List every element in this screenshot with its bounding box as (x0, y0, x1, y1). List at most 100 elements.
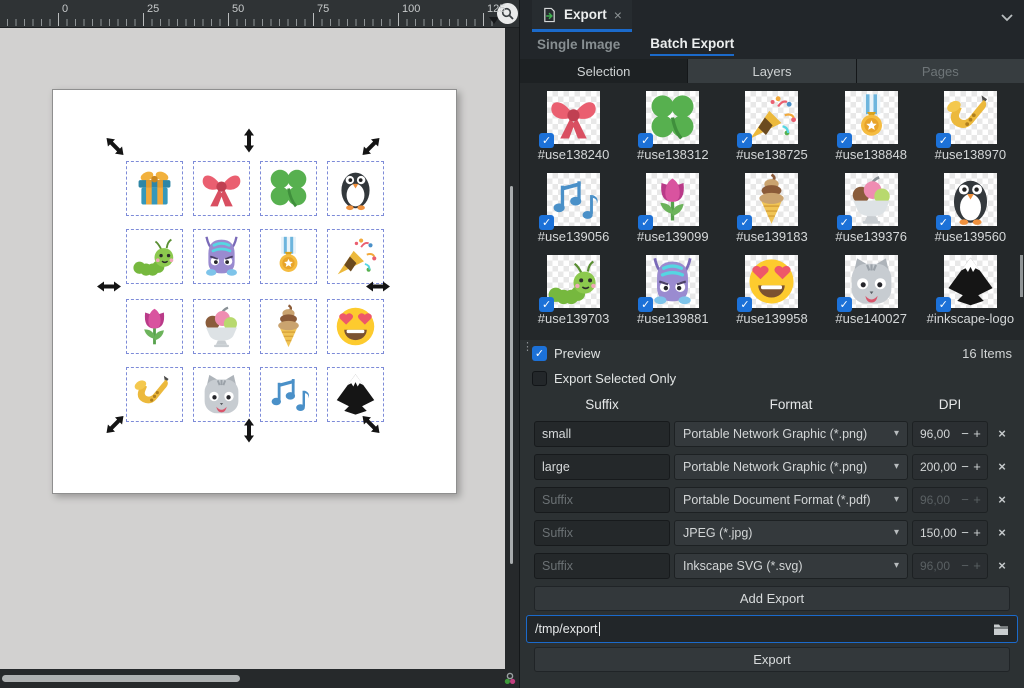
canvas-object-squid[interactable] (193, 229, 250, 284)
export-path-field[interactable]: /tmp/export (526, 615, 1018, 643)
format-dropdown[interactable]: JPEG (*.jpg)▾ (674, 520, 908, 546)
item-checkbox[interactable]: ✓ (837, 297, 852, 312)
suffix-input[interactable]: Suffix (534, 487, 670, 513)
canvas-object-medal[interactable] (260, 229, 317, 284)
scale-handle-w[interactable] (97, 280, 121, 293)
item-checkbox[interactable]: ✓ (638, 215, 653, 230)
browse-folder-button[interactable] (993, 623, 1009, 636)
remove-export-button[interactable]: × (992, 459, 1012, 474)
dpi-increase-button[interactable]: + (971, 459, 983, 474)
dpi-decrease-button[interactable]: − (959, 525, 971, 540)
item-checkbox[interactable]: ✓ (936, 133, 951, 148)
items-scrollbar-thumb[interactable] (1020, 255, 1023, 297)
item-checkbox[interactable]: ✓ (936, 215, 951, 230)
item-thumbnail-squid[interactable]: ✓ (646, 255, 699, 308)
tab-selection[interactable]: Selection (520, 59, 687, 83)
item-checkbox[interactable]: ✓ (837, 215, 852, 230)
canvas-object-cat[interactable] (193, 367, 250, 422)
canvas-object-music-notes[interactable] (260, 367, 317, 422)
dpi-decrease-button[interactable]: − (959, 426, 971, 441)
scale-handle-s[interactable] (243, 419, 256, 443)
format-dropdown[interactable]: Inkscape SVG (*.svg)▾ (674, 553, 908, 579)
canvas-object-party-popper[interactable] (327, 229, 384, 284)
suffix-input[interactable]: small (534, 421, 670, 447)
item-thumbnail-bow[interactable]: ✓ (547, 91, 600, 144)
item-checkbox[interactable]: ✓ (539, 215, 554, 230)
dpi-spinbox[interactable]: 150,00−+ (912, 520, 988, 546)
suffix-input[interactable]: Suffix (534, 553, 670, 579)
item-checkbox[interactable]: ✓ (539, 133, 554, 148)
item-checkbox[interactable]: ✓ (837, 133, 852, 148)
color-managed-display-toggle[interactable] (500, 669, 519, 688)
item-thumbnail-caterpillar[interactable]: ✓ (547, 255, 600, 308)
item-checkbox[interactable]: ✓ (638, 297, 653, 312)
preview-label[interactable]: Preview (554, 346, 600, 361)
item-thumbnail-tulip[interactable]: ✓ (646, 173, 699, 226)
item-thumbnail-ice-cream[interactable]: ✓ (845, 173, 898, 226)
item-thumbnail-heart-eyes[interactable]: ✓ (745, 255, 798, 308)
canvas-object-clover[interactable] (260, 161, 317, 216)
export-selected-only-checkbox[interactable] (532, 371, 547, 386)
dpi-increase-button[interactable]: + (971, 426, 983, 441)
format-dropdown[interactable]: Portable Network Graphic (*.png)▾ (674, 454, 908, 480)
item-thumbnail-music-notes[interactable]: ✓ (547, 173, 600, 226)
vertical-scrollbar-thumb[interactable] (510, 186, 513, 564)
item-checkbox[interactable]: ✓ (737, 133, 752, 148)
close-dialog-button[interactable]: × (614, 7, 622, 23)
preview-checkbox[interactable]: ✓ (532, 346, 547, 361)
dock-options-button[interactable] (1000, 9, 1014, 27)
item-checkbox[interactable]: ✓ (936, 297, 951, 312)
suffix-input[interactable]: large (534, 454, 670, 480)
export-dialog-tab[interactable]: Export × (532, 0, 632, 32)
dpi-spinbox[interactable]: 96,00−+ (912, 553, 988, 579)
remove-export-button[interactable]: × (992, 558, 1012, 573)
remove-export-button[interactable]: × (992, 492, 1012, 507)
tab-layers[interactable]: Layers (688, 59, 855, 83)
canvas-object-heart-eyes[interactable] (327, 299, 384, 354)
item-thumbnail-penguin[interactable]: ✓ (944, 173, 997, 226)
dpi-spinbox[interactable]: 96,00−+ (912, 487, 988, 513)
item-checkbox[interactable]: ✓ (539, 297, 554, 312)
item-thumbnail-saxophone[interactable]: ✓ (944, 91, 997, 144)
item-checkbox[interactable]: ✓ (737, 297, 752, 312)
export-selected-only-label[interactable]: Export Selected Only (554, 371, 676, 386)
canvas-object-soft-serve[interactable] (260, 299, 317, 354)
item-checkbox[interactable]: ✓ (638, 133, 653, 148)
canvas-object-penguin[interactable] (327, 161, 384, 216)
remove-export-button[interactable]: × (992, 525, 1012, 540)
tab-batch-export[interactable]: Batch Export (650, 36, 734, 56)
dpi-increase-button[interactable]: + (971, 525, 983, 540)
item-thumbnail-party-popper[interactable]: ✓ (745, 91, 798, 144)
canvas-viewport[interactable] (0, 28, 505, 669)
canvas-object-bow[interactable] (193, 161, 250, 216)
item-thumbnail-inkscape[interactable]: ✓ (944, 255, 997, 308)
vertical-scrollbar[interactable] (505, 28, 519, 669)
scale-handle-n[interactable] (243, 129, 256, 153)
canvas-object-ice-cream[interactable] (193, 299, 250, 354)
dpi-spinbox[interactable]: 96,00−+ (912, 421, 988, 447)
export-button[interactable]: Export (534, 647, 1010, 672)
scale-handle-e[interactable] (366, 280, 390, 293)
item-thumbnail-medal[interactable]: ✓ (845, 91, 898, 144)
dpi-spinbox[interactable]: 200,00−+ (912, 454, 988, 480)
canvas-object-saxophone[interactable] (126, 367, 183, 422)
horizontal-scrollbar[interactable] (0, 669, 505, 688)
horizontal-scrollbar-thumb[interactable] (2, 675, 240, 682)
add-export-button[interactable]: Add Export (534, 586, 1010, 611)
panel-drag-handle[interactable]: ⋮ (522, 344, 533, 350)
canvas-object-tulip[interactable] (126, 299, 183, 354)
dpi-decrease-button[interactable]: − (959, 459, 971, 474)
item-checkbox[interactable]: ✓ (737, 215, 752, 230)
tab-single-image[interactable]: Single Image (537, 37, 620, 55)
format-dropdown[interactable]: Portable Document Format (*.pdf)▾ (674, 487, 908, 513)
remove-export-button[interactable]: × (992, 426, 1012, 441)
canvas-object-inkscape[interactable] (327, 367, 384, 422)
canvas-object-caterpillar[interactable] (126, 229, 183, 284)
suffix-input[interactable]: Suffix (534, 520, 670, 546)
horizontal-ruler[interactable]: 0255075100125 (0, 0, 519, 28)
format-dropdown[interactable]: Portable Network Graphic (*.png)▾ (674, 421, 908, 447)
item-thumbnail-clover[interactable]: ✓ (646, 91, 699, 144)
canvas-object-gift[interactable] (126, 161, 183, 216)
item-thumbnail-soft-serve[interactable]: ✓ (745, 173, 798, 226)
item-thumbnail-cat[interactable]: ✓ (845, 255, 898, 308)
